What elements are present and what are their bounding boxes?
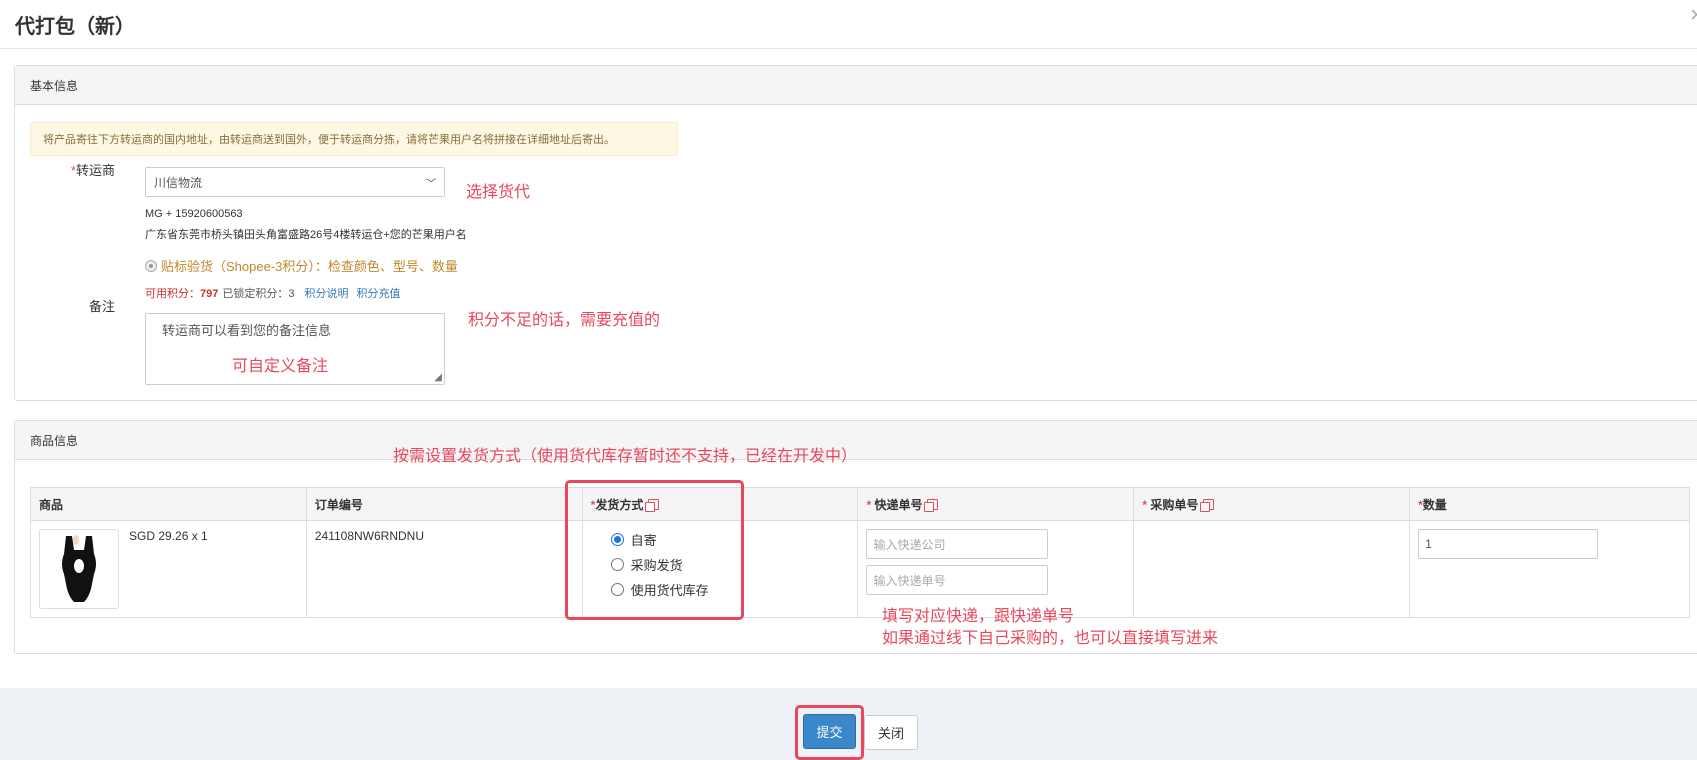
remark-placeholder: 转运商可以看到您的备注信息 bbox=[162, 323, 332, 338]
courier-company-input[interactable]: 输入快递公司 bbox=[866, 529, 1049, 559]
quantity-input[interactable]: 1 bbox=[1418, 529, 1599, 559]
service-option-label: 贴标验货（Shopee-3积分）：检查颜色、型号、数量 bbox=[161, 259, 458, 274]
anno-custom-remark: 可自定义备注 bbox=[232, 358, 329, 375]
col-product: 商品 bbox=[30, 487, 307, 521]
forwarder-label: *转运商 bbox=[70, 163, 115, 178]
anno-choose-forwarder: 选择货代 bbox=[466, 184, 531, 201]
forwarder-select[interactable]: 川信物流 ﹀ bbox=[145, 167, 445, 197]
close-button[interactable]: 关闭 bbox=[864, 715, 918, 750]
anno-recharge-note: 积分不足的话，需要充值的 bbox=[468, 312, 661, 329]
basic-info-panel: 基本信息 将产品寄往下方转运商的国内地址，由转运商送到国外，便于转运商分拣，请将… bbox=[14, 65, 1697, 401]
quantity-cell: 1 bbox=[1409, 520, 1690, 618]
points-recharge-link[interactable]: 积分充值 bbox=[356, 285, 400, 301]
col-order-no: 订单编号 bbox=[305, 487, 583, 521]
points-help-link[interactable]: 积分说明 bbox=[304, 285, 348, 301]
table-header-row: 商品 订单编号 *发货方式 * 快递单号 * 采购单号 *数量 bbox=[30, 487, 1690, 521]
submit-button[interactable]: 提交 bbox=[803, 714, 856, 749]
col-tracking-no: * 快递单号 bbox=[857, 487, 1135, 521]
tracking-no-input[interactable]: 输入快递单号 bbox=[866, 565, 1049, 595]
modal-header: 代打包（新） bbox=[0, 0, 1697, 49]
address-line-2: 广东省东莞市桥头镇田头角富盛路26号4楼转运仓+您的芒果用户名 bbox=[145, 229, 467, 241]
address-line-1: MG + 15920600563 bbox=[145, 208, 243, 220]
product-price: SGD 29.26 x 1 bbox=[129, 529, 208, 543]
remark-label: 备注 bbox=[88, 299, 115, 314]
anno-courier-note-2: 如果通过线下自己采购的，也可以直接填写进来 bbox=[882, 630, 1219, 647]
highlight-ship-method bbox=[565, 480, 744, 620]
basic-info-heading: 基本信息 bbox=[15, 66, 1697, 105]
points-available: 可用积分：797 bbox=[145, 288, 219, 300]
points-row: 可用积分：797 已锁定积分：3 积分说明 积分充值 bbox=[145, 285, 400, 301]
points-locked: 已锁定积分：3 bbox=[222, 288, 295, 300]
chevron-down-icon: ﹀ bbox=[426, 178, 436, 190]
order-no-cell: 241108NW6RNDNU bbox=[305, 520, 583, 618]
product-thumbnail[interactable] bbox=[39, 529, 119, 609]
purchase-no-cell bbox=[1133, 520, 1411, 618]
anno-ship-method-note: 按需设置发货方式（使用货代库存暂时还不支持，已经在开发中） bbox=[393, 448, 858, 465]
modal-title: 代打包（新） bbox=[15, 15, 135, 38]
col-purchase-no: * 采购单号 bbox=[1133, 487, 1411, 521]
resize-grip-icon[interactable]: ◢ bbox=[434, 372, 442, 383]
goods-table: 商品 订单编号 *发货方式 * 快递单号 * 采购单号 *数量 SGD 29.2… bbox=[30, 487, 1690, 618]
anno-courier-note-1: 填写对应快递，跟快递单号 bbox=[882, 608, 1075, 625]
copy-icon[interactable] bbox=[1200, 498, 1215, 512]
copy-icon[interactable] bbox=[924, 498, 939, 512]
close-icon[interactable]: × bbox=[1690, 2, 1697, 28]
col-quantity: *数量 bbox=[1409, 487, 1690, 521]
notice-banner: 将产品寄往下方转运商的国内地址，由转运商送到国外，便于转运商分拣，请将芒果用户名… bbox=[30, 122, 678, 156]
table-row: SGD 29.26 x 1 241108NW6RNDNU 自寄 采购发货 使用货… bbox=[30, 520, 1690, 618]
forwarder-select-value: 川信物流 bbox=[154, 175, 203, 190]
service-radio[interactable] bbox=[145, 259, 157, 272]
service-option[interactable]: 贴标验货（Shopee-3积分）：检查颜色、型号、数量 bbox=[145, 256, 458, 275]
product-cell: SGD 29.26 x 1 bbox=[30, 520, 307, 618]
